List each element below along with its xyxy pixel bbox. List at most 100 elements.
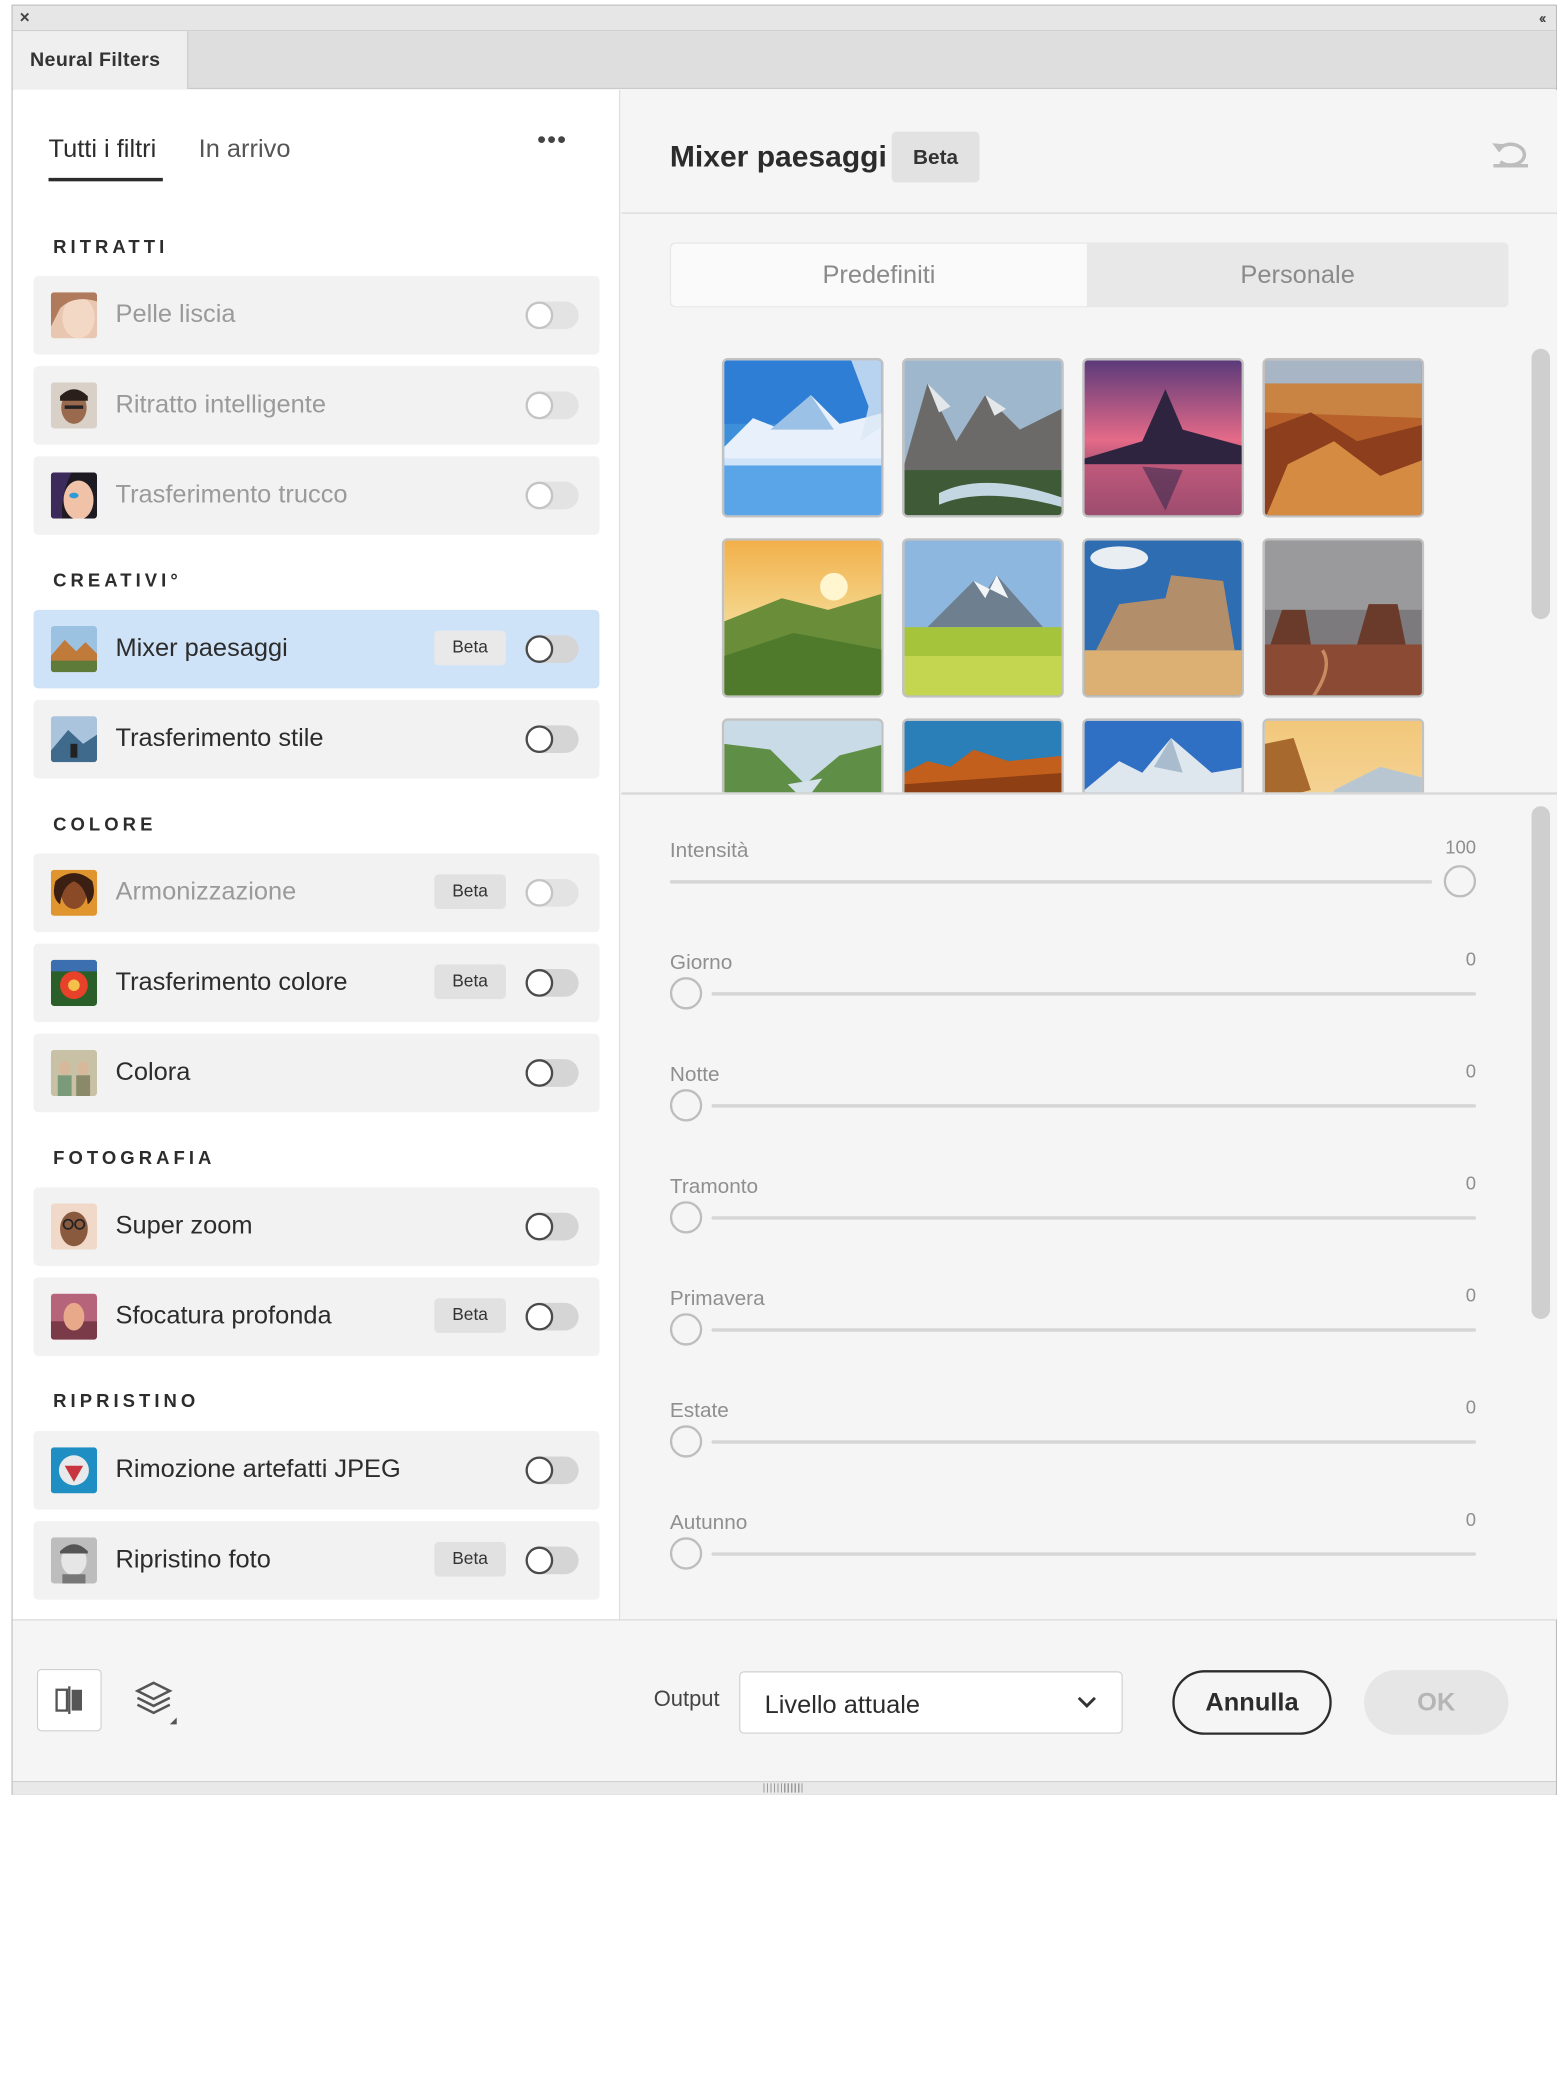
slider-handle[interactable]: [669, 1089, 703, 1122]
filter-row[interactable]: Super zoom: [33, 1187, 600, 1266]
slider-track[interactable]: [711, 1552, 1477, 1556]
filter-toggle[interactable]: [525, 725, 579, 754]
beta-badge: Beta: [434, 964, 506, 1000]
slider-handle[interactable]: [669, 977, 703, 1010]
preset-thumbnail[interactable]: [1262, 538, 1425, 698]
beta-badge: Beta: [434, 874, 506, 909]
filter-thumbnail: [50, 1537, 98, 1584]
more-icon[interactable]: •••: [537, 125, 567, 155]
filter-label: Ritratto intelligente: [115, 389, 326, 419]
filter-thumbnail: [50, 1203, 98, 1250]
split-view-button[interactable]: [36, 1668, 102, 1732]
category-portraits: RITRATTI: [53, 237, 169, 258]
ok-button[interactable]: OK: [1364, 1670, 1509, 1735]
segment-custom[interactable]: Personale: [1087, 243, 1509, 308]
preset-thumbnail[interactable]: [1082, 718, 1244, 793]
filter-row[interactable]: Trasferimento colore Beta: [33, 943, 600, 1023]
slider-handle[interactable]: [669, 1425, 703, 1458]
category-photography: FOTOGRAFIA: [53, 1149, 216, 1169]
resize-grip-icon[interactable]: [763, 1783, 806, 1793]
beta-badge: Beta: [434, 630, 506, 666]
output-dropdown[interactable]: Livello attuale: [739, 1671, 1123, 1734]
tab-upcoming[interactable]: In arrivo: [199, 134, 291, 164]
preset-thumbnail[interactable]: [1262, 358, 1425, 518]
slider-handle[interactable]: [669, 1313, 703, 1346]
slider-handle[interactable]: [669, 1201, 703, 1234]
chevron-down-icon: [1077, 1696, 1096, 1708]
segment-presets[interactable]: Predefiniti: [671, 243, 1087, 307]
filter-thumbnail: [50, 869, 98, 916]
slider-handle[interactable]: [669, 1537, 703, 1570]
filter-row[interactable]: Pelle liscia: [33, 276, 600, 355]
filter-toggle[interactable]: [525, 878, 579, 907]
beta-badge: Beta: [891, 131, 980, 183]
filter-toggle[interactable]: [525, 1456, 579, 1485]
slider-track[interactable]: [711, 1440, 1477, 1444]
header-divider: [621, 212, 1557, 214]
filter-toggle[interactable]: [525, 481, 579, 510]
slider-label: Tramonto: [669, 1174, 759, 1198]
slider-track[interactable]: [711, 992, 1477, 996]
category-restoration: RIPRISTINO: [53, 1391, 200, 1412]
filter-label: Trasferimento trucco: [115, 479, 348, 509]
filter-toggle[interactable]: [525, 301, 579, 330]
slider-value: 0: [1465, 1286, 1477, 1307]
preset-thumbnail[interactable]: [1082, 358, 1244, 518]
filter-row[interactable]: Ripristino foto Beta: [33, 1521, 600, 1600]
filter-toggle[interactable]: [525, 391, 579, 420]
preset-thumbnail[interactable]: [902, 358, 1064, 518]
slider-track[interactable]: [669, 880, 1433, 884]
category-creative: CREATIVI°: [53, 571, 182, 592]
close-icon[interactable]: ×: [20, 8, 30, 29]
undo-icon[interactable]: [1491, 136, 1530, 168]
preset-thumbnail[interactable]: [1262, 718, 1425, 793]
panel-tab-neural-filters[interactable]: Neural Filters: [12, 31, 189, 89]
tab-all-filters[interactable]: Tutti i filtri: [49, 134, 157, 164]
filter-row[interactable]: Sfocatura profonda Beta: [33, 1277, 600, 1356]
slider-track[interactable]: [711, 1104, 1477, 1108]
cancel-button[interactable]: Annulla: [1172, 1670, 1332, 1735]
preset-thumbnail[interactable]: [902, 718, 1064, 793]
slider-label: Notte: [669, 1062, 720, 1086]
slider-track[interactable]: [711, 1328, 1477, 1332]
filter-row[interactable]: Rimozione artefatti JPEG: [33, 1431, 600, 1510]
filter-thumbnail: [50, 1447, 98, 1494]
app-root: × ‹‹ Neural Filters Tutti i filtri In ar…: [0, 0, 1566, 2091]
slider-value: 0: [1465, 1062, 1477, 1083]
filter-toggle[interactable]: [525, 1546, 579, 1575]
filter-label: Rimozione artefatti JPEG: [115, 1454, 401, 1484]
filter-toggle[interactable]: [525, 1212, 579, 1241]
preset-thumbnail[interactable]: [902, 538, 1064, 698]
slider-track[interactable]: [711, 1216, 1477, 1220]
filter-toggle[interactable]: [525, 969, 579, 997]
category-color: COLORE: [53, 815, 157, 836]
preset-thumbnail[interactable]: [721, 718, 884, 793]
layers-button[interactable]: [134, 1678, 181, 1727]
slider-label: Autunno: [669, 1510, 748, 1534]
filter-toggle[interactable]: [525, 1059, 579, 1087]
slider-handle[interactable]: [1443, 865, 1477, 898]
filter-toggle[interactable]: [525, 1302, 579, 1331]
filter-row[interactable]: Trasferimento trucco: [33, 456, 600, 535]
preset-thumbnail[interactable]: [721, 358, 884, 518]
sliders-scrollbar[interactable]: [1531, 806, 1551, 1320]
filter-row[interactable]: Mixer paesaggi Beta: [33, 609, 600, 689]
filter-toggle[interactable]: [525, 635, 579, 663]
filter-row[interactable]: Armonizzazione Beta: [33, 853, 600, 933]
preset-segmented-control: Predefiniti Personale: [669, 242, 1509, 308]
filter-label: Super zoom: [115, 1210, 253, 1240]
preset-thumbnail[interactable]: [721, 538, 884, 698]
double-chevron-left-icon[interactable]: ‹‹: [1539, 8, 1547, 29]
filter-row[interactable]: Trasferimento stile: [33, 699, 600, 779]
preset-grid: [621, 333, 1522, 793]
filter-row[interactable]: Colora: [33, 1033, 600, 1113]
filter-label: Pelle liscia: [115, 299, 236, 329]
filter-row[interactable]: Ritratto intelligente: [33, 366, 600, 445]
slider-label: Intensità: [669, 838, 749, 862]
active-tab-underline: [48, 177, 163, 182]
preset-thumbnail[interactable]: [1082, 538, 1244, 698]
beta-badge: Beta: [434, 1541, 506, 1577]
footer-bar: Output Livello attuale Annulla OK: [12, 1619, 1556, 1782]
slider-value: 0: [1465, 950, 1477, 971]
presets-scrollbar[interactable]: [1531, 348, 1551, 620]
